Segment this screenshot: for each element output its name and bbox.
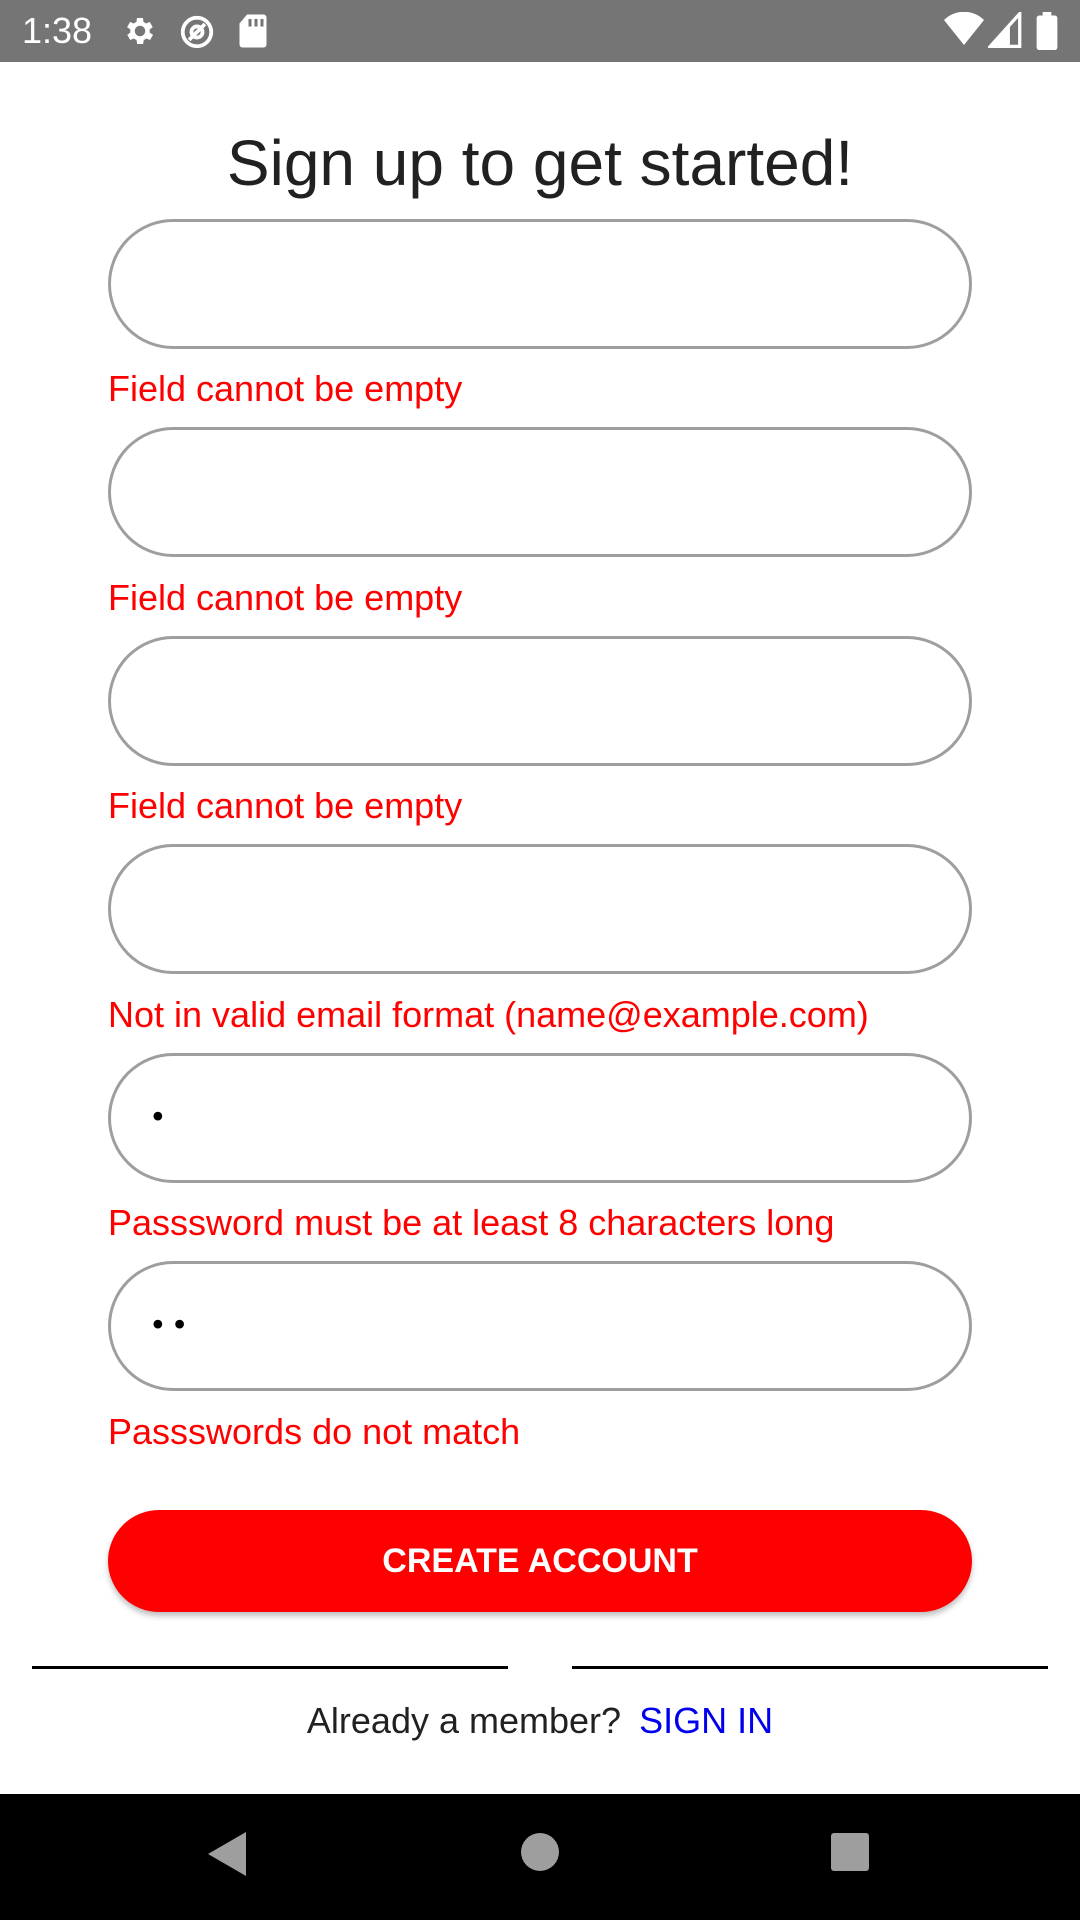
home-icon[interactable]: [520, 1832, 560, 1877]
back-icon[interactable]: [204, 1828, 250, 1885]
recents-icon[interactable]: [830, 1832, 870, 1877]
password-error: Passsword must be at least 8 characters …: [108, 1202, 835, 1243]
name-field-1[interactable]: [108, 219, 972, 349]
signin-row: Already a member? SIGN IN: [0, 1700, 1080, 1742]
divider-left: [32, 1666, 508, 1669]
name-field-2[interactable]: [108, 427, 972, 557]
at-sign-icon: [178, 13, 216, 51]
create-account-button[interactable]: CREATE ACCOUNT: [108, 1510, 972, 1612]
gear-icon: [122, 13, 158, 49]
email-field[interactable]: [108, 844, 972, 974]
sd-card-icon: [238, 13, 268, 49]
confirm-password-field[interactable]: ••: [108, 1261, 972, 1391]
confirm-password-error: Passswords do not match: [108, 1411, 521, 1452]
password-dots: •: [149, 1100, 171, 1136]
status-time: 1:38: [22, 10, 93, 51]
signin-prompt: Already a member?: [306, 1700, 622, 1741]
email-error: Not in valid email format (name@example.…: [108, 994, 869, 1035]
field-error-2: Field cannot be empty: [108, 577, 463, 618]
sign-in-link[interactable]: SIGN IN: [639, 1700, 773, 1741]
wifi-icon: [944, 12, 984, 48]
battery-icon: [1036, 12, 1058, 50]
status-bar: 1:38: [0, 0, 1080, 62]
field-error-3: Field cannot be empty: [108, 785, 463, 826]
page-title: Sign up to get started!: [226, 127, 854, 199]
field-error-1: Field cannot be empty: [108, 368, 463, 409]
navigation-bar: [0, 1794, 1080, 1920]
password-field[interactable]: •: [108, 1053, 972, 1183]
name-field-3[interactable]: [108, 636, 972, 766]
signal-icon: [988, 12, 1022, 48]
divider-right: [572, 1666, 1048, 1669]
confirm-password-dots: ••: [149, 1308, 193, 1344]
